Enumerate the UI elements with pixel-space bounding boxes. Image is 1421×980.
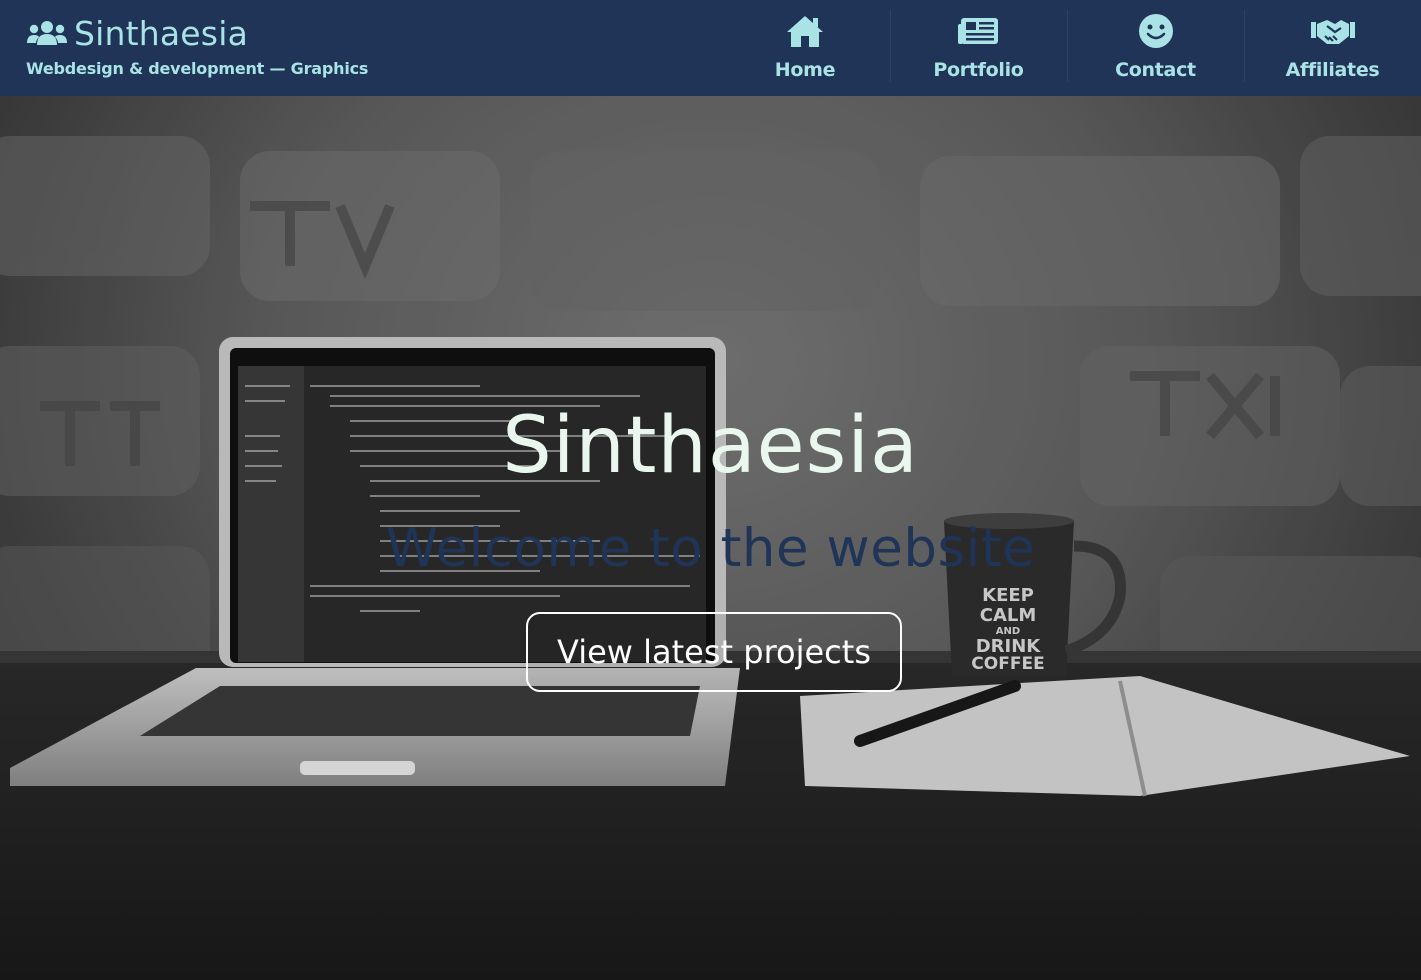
users-icon [27, 21, 67, 45]
nav-item-portfolio[interactable]: Portfolio [890, 0, 1067, 96]
hero-section: KEEP CALM AND DRINK COFFEE Sinthaesia We… [0, 96, 1421, 980]
brand-subtitle: Webdesign & development — Graphics [26, 59, 369, 78]
nav-item-home[interactable]: Home [720, 0, 890, 96]
nav-label-portfolio: Portfolio [933, 59, 1024, 81]
site-header: Sinthaesia Webdesign & development — Gra… [0, 0, 1421, 96]
view-projects-button[interactable]: View latest projects [526, 612, 902, 692]
brand-title: Sinthaesia [74, 14, 248, 53]
nav-label-affiliates: Affiliates [1285, 59, 1380, 81]
smile-icon [1138, 14, 1173, 48]
nav-label-home: Home [774, 59, 836, 81]
newspaper-icon [957, 18, 998, 44]
handshake-icon [1310, 20, 1355, 44]
main-nav: Home Portfolio Contact Affiliates [720, 0, 1421, 96]
nav-item-affiliates[interactable]: Affiliates [1244, 0, 1421, 96]
brand[interactable]: Sinthaesia Webdesign & development — Gra… [26, 14, 368, 78]
nav-label-contact: Contact [1115, 59, 1196, 81]
hero-subtitle: Welcome to the website [385, 518, 1036, 579]
home-icon [787, 16, 823, 47]
hero-title: Sinthaesia [502, 401, 919, 491]
nav-item-contact[interactable]: Contact [1067, 0, 1244, 96]
